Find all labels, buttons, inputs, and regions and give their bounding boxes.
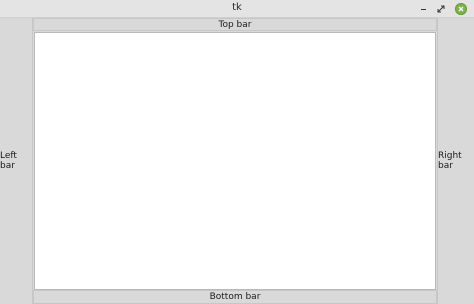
main-canvas[interactable] — [34, 32, 436, 290]
maximize-button[interactable] — [434, 2, 448, 16]
top-bar-label: Top bar — [218, 19, 252, 30]
minimize-button[interactable] — [416, 2, 430, 16]
bottom-bar-label: Bottom bar — [209, 292, 261, 302]
window-titlebar[interactable]: tk — [0, 0, 474, 18]
top-bar: Top bar — [33, 18, 437, 31]
maximize-icon — [437, 5, 445, 13]
close-button[interactable] — [454, 2, 468, 16]
bottom-bar: Bottom bar — [33, 290, 437, 304]
left-bar-label: Left bar — [0, 151, 17, 171]
left-bar: Left bar — [0, 18, 33, 304]
minimize-icon — [420, 8, 426, 10]
right-bar-label: Right bar — [438, 151, 462, 171]
window-content: Left bar Right bar Top bar Bottom bar — [0, 18, 474, 304]
window-title: tk — [232, 2, 242, 13]
close-icon — [455, 3, 467, 15]
right-bar: Right bar — [437, 18, 474, 304]
